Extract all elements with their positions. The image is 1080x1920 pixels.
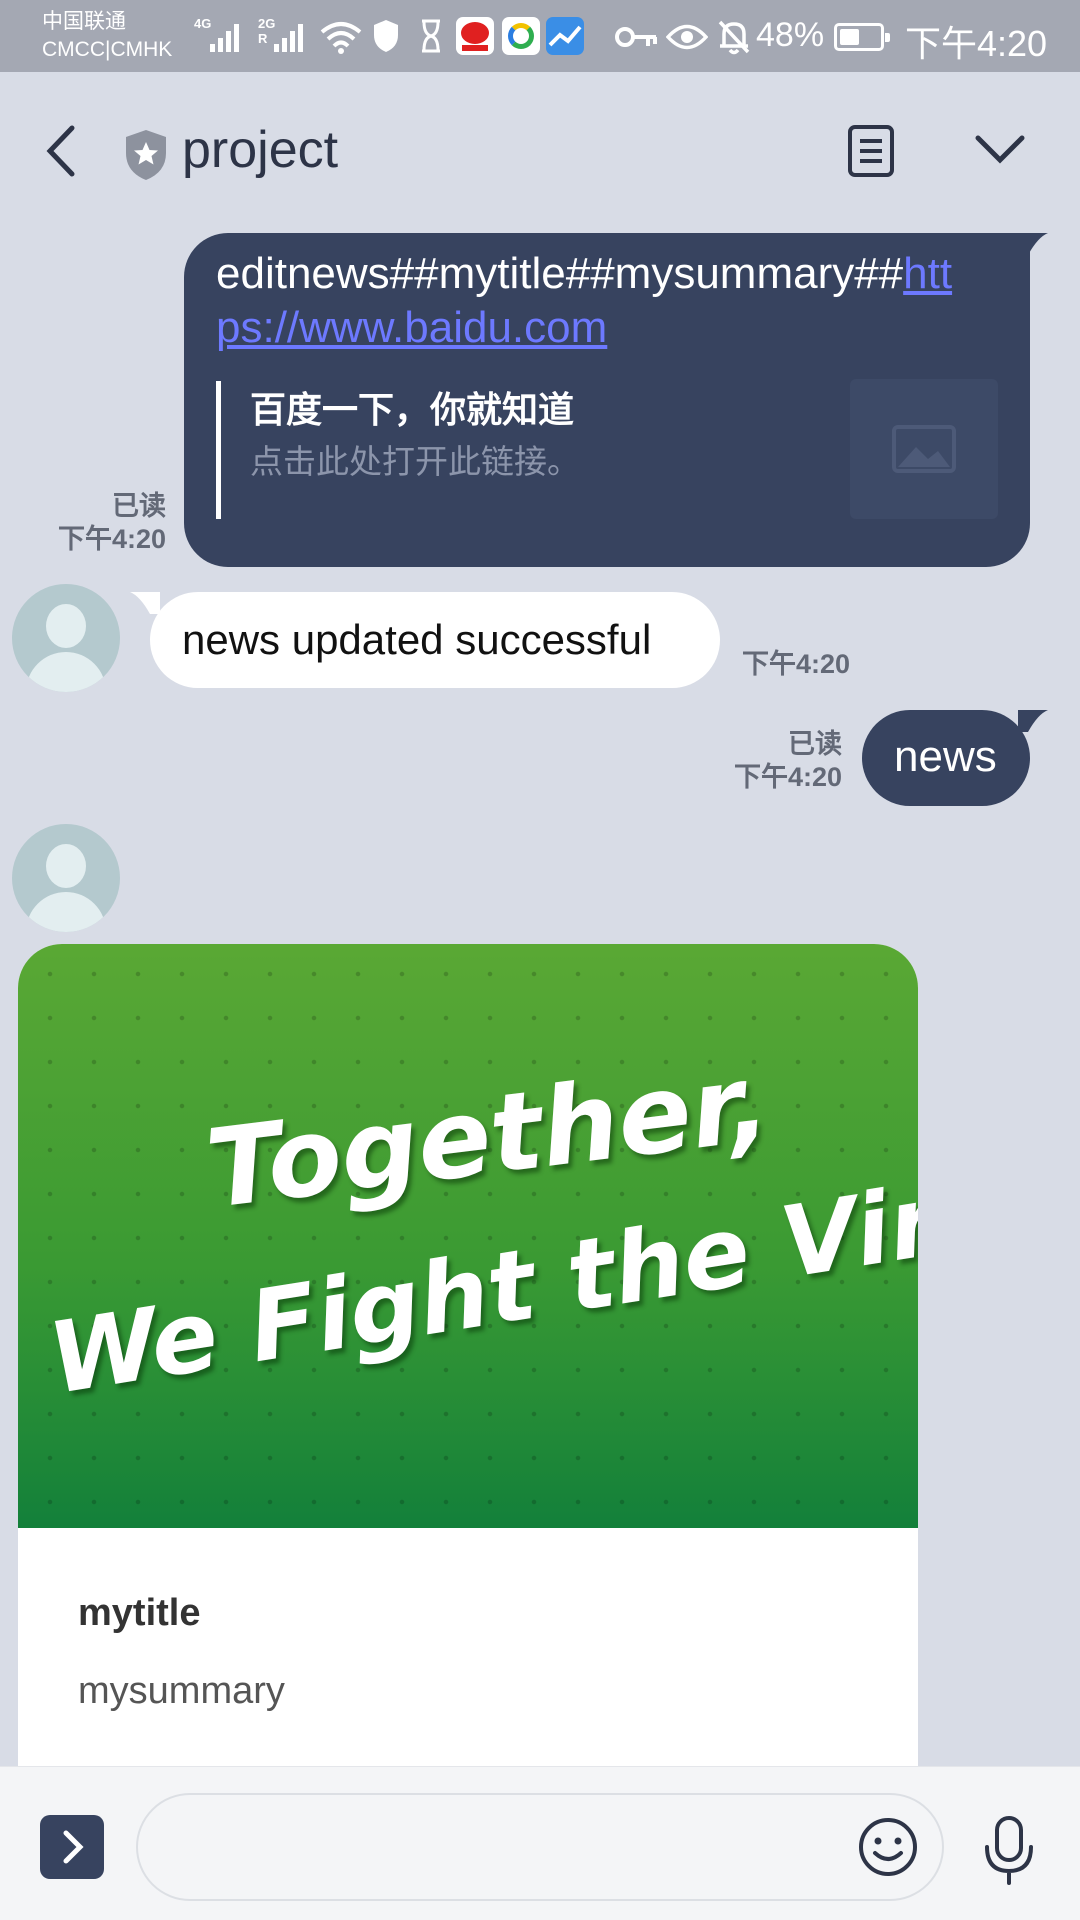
chat-header: project xyxy=(0,72,1080,232)
carrier-network: CMCC|CMHK xyxy=(42,38,173,61)
link-preview-description[interactable]: 点击此处打开此链接。 xyxy=(250,435,580,483)
app-icon-stocks xyxy=(546,17,584,55)
avatar[interactable] xyxy=(12,584,120,692)
bubble-tail xyxy=(1018,710,1048,732)
link-preview-image-icon xyxy=(850,379,998,519)
bell-off-icon xyxy=(718,20,750,55)
link-preview-title[interactable]: 百度一下，你就知道 xyxy=(250,381,574,433)
sent-message-bubble[interactable]: news xyxy=(862,710,1048,806)
message-status: 已读 下午4:20 xyxy=(24,490,166,556)
received-message-bubble[interactable]: news updated successful xyxy=(130,592,720,688)
key-icon xyxy=(615,27,657,47)
chevron-right-icon xyxy=(63,1830,84,1864)
signal-2g-tag: 2G R xyxy=(258,16,276,46)
message-command-text: editnews##mytitle##mysummary## xyxy=(216,249,904,298)
link-preview-divider xyxy=(216,381,221,519)
shield-star-icon xyxy=(126,130,166,180)
status-time: 下午4:20 xyxy=(905,23,1048,64)
chat-title: project xyxy=(182,121,339,179)
news-card-summary: mysummary xyxy=(78,1670,285,1712)
app-icon-news xyxy=(456,17,494,55)
sent-message-bubble[interactable]: editnews##mytitle##mysummary##https://ww… xyxy=(184,233,1048,567)
news-card-title: mytitle xyxy=(78,1592,201,1634)
message-input-field[interactable] xyxy=(136,1793,944,1901)
message-text: news updated successful xyxy=(182,616,652,663)
message-text: editnews##mytitle##mysummary##https://ww… xyxy=(216,247,976,355)
read-receipt: 已读 xyxy=(788,729,842,759)
app-icon-browser xyxy=(502,17,540,55)
expand-button[interactable] xyxy=(40,1815,104,1879)
status-bar: 中国联通 CMCC|CMHK 4G 2G R 48% 下午4:20 xyxy=(0,0,1080,72)
message-time: 下午4:20 xyxy=(57,524,166,554)
battery-icon xyxy=(834,23,890,51)
hourglass-icon xyxy=(422,19,440,53)
message-input[interactable] xyxy=(174,1823,814,1873)
eye-icon xyxy=(666,24,708,50)
message-time: 下午4:20 xyxy=(742,649,851,679)
news-card-image: Together, We Fight the Virus! xyxy=(18,944,918,1528)
carrier-name: 中国联通 xyxy=(42,10,126,33)
wifi-icon xyxy=(320,22,362,54)
battery-percent: 48% xyxy=(756,16,825,54)
bubble-tail xyxy=(130,592,160,614)
message-input-bar xyxy=(0,1766,1080,1920)
signal-4g-tag: 4G xyxy=(194,16,212,31)
back-arrow-icon[interactable] xyxy=(36,116,86,186)
news-card[interactable]: Together, We Fight the Virus! mytitle my… xyxy=(18,944,918,1768)
message-time: 下午4:20 xyxy=(733,762,842,792)
message-status: 已读 下午4:20 xyxy=(700,728,842,794)
carrier-info: 中国联通 CMCC|CMHK xyxy=(42,8,172,64)
shield-icon xyxy=(374,20,398,52)
microphone-icon[interactable] xyxy=(982,1815,1036,1887)
chevron-down-icon[interactable] xyxy=(972,128,1028,168)
emoji-icon[interactable] xyxy=(856,1815,920,1879)
avatar[interactable] xyxy=(12,824,120,932)
bubble-tail xyxy=(1018,233,1048,255)
read-receipt: 已读 xyxy=(112,491,166,521)
message-text: news xyxy=(894,732,997,781)
notes-icon[interactable] xyxy=(846,124,896,178)
